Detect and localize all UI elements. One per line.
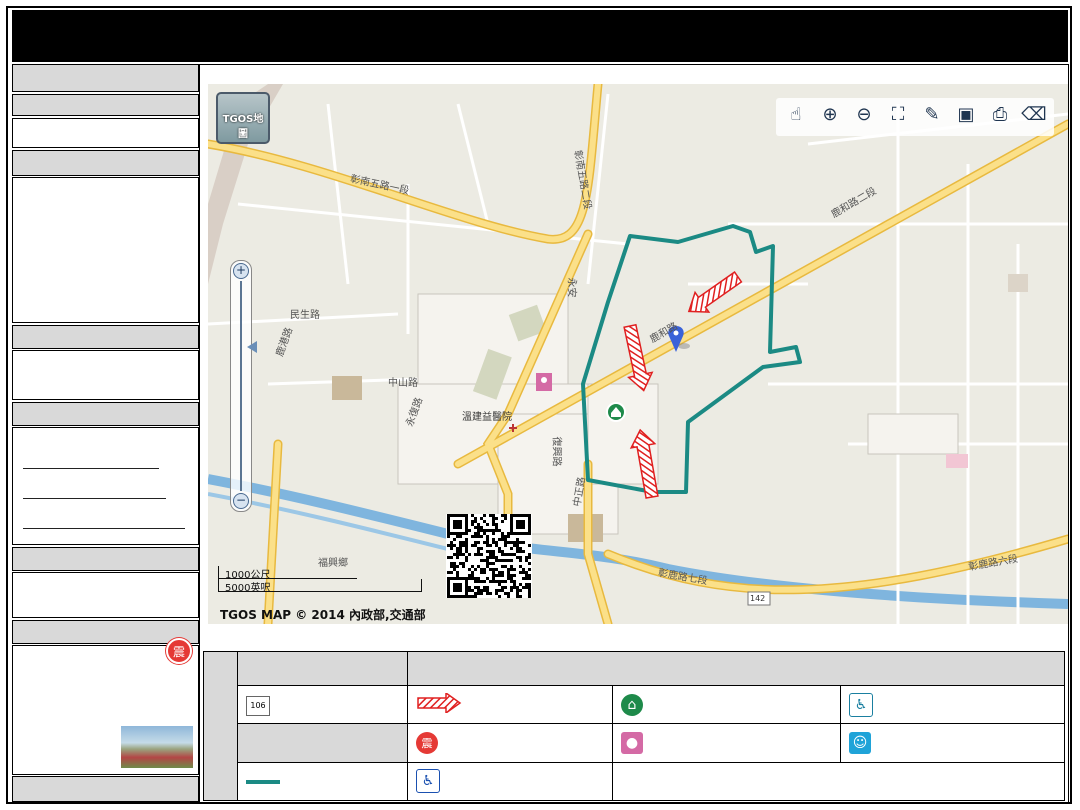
print-icon[interactable]: ⎙ [986, 100, 1014, 128]
boundary-line-icon [246, 780, 280, 785]
qr-code [446, 514, 532, 598]
shelter-icon: ⌂ [621, 693, 643, 716]
wheelchair-icon: ♿ [416, 769, 440, 794]
scale-bar: 1000公尺 5000英呎 [218, 566, 422, 594]
baby-care-icon: ☺ [849, 732, 871, 755]
tgos-badge-label: TGOS地圖 [222, 114, 264, 140]
zoom-thumb[interactable] [247, 341, 257, 353]
route-shield-label: 142 [750, 594, 766, 603]
tgos-map-badge[interactable]: TGOS地圖 [216, 92, 270, 144]
earthquake-icon: 震 [166, 638, 192, 664]
elderly-icon: ♿ [849, 692, 873, 717]
zoom-slider[interactable]: + − [230, 260, 257, 512]
zoom-out-button[interactable]: − [233, 493, 249, 509]
site-photo [121, 726, 193, 768]
link-line-2[interactable] [23, 498, 166, 499]
legend-quake: 震 [407, 723, 613, 763]
shelter-poi-icon [606, 402, 626, 422]
legend-route-number: 106 [237, 685, 408, 725]
legend-elderly: ♿ [840, 685, 1065, 725]
sidebar-field-1 [12, 118, 199, 148]
route-number-icon: 106 [246, 696, 270, 717]
link-line-1[interactable] [23, 468, 159, 469]
sidebar-description [12, 177, 199, 323]
map-copyright: TGOS MAP © 2014 內政部,交通部 [220, 608, 426, 622]
sidebar-field-2 [12, 350, 199, 400]
legend-side-header [203, 651, 238, 801]
legend-accessible: ♿ [407, 761, 613, 802]
scale-metric: 1000公尺 [218, 566, 357, 581]
draw-pen-icon[interactable]: ✎ [918, 100, 946, 128]
legend-nursing: ● [612, 723, 841, 763]
road-label: 永安 [565, 277, 577, 298]
sidebar-header-3 [12, 150, 199, 176]
legend-empty [612, 761, 1065, 802]
earthquake-legend-icon: 震 [416, 732, 438, 755]
full-extent-icon[interactable]: ⛶ [884, 100, 912, 128]
zoom-in-icon[interactable]: ⊕ [816, 100, 844, 128]
sidebar-field-3 [12, 572, 199, 618]
traffic-arrow-icon [417, 691, 462, 715]
comment-icon[interactable]: ▣ [952, 100, 980, 128]
nursing-room-icon: ● [621, 732, 643, 755]
scale-imperial: 5000英呎 [218, 579, 422, 594]
legend-baby: ☺ [840, 723, 1065, 763]
sidebar-links [12, 427, 199, 545]
zoom-out-icon[interactable]: ⊖ [850, 100, 878, 128]
legend-header-2 [407, 650, 1065, 687]
map-toolbar: ☝ ⊕ ⊖ ⛶ ✎ ▣ ⎙ ⌫ [776, 98, 1054, 136]
road-label: 復興路 [550, 436, 562, 467]
legend-arrow [407, 685, 613, 725]
sidebar-header-2 [12, 94, 199, 116]
zoom-track[interactable] [240, 281, 242, 491]
title-bar [12, 10, 1068, 62]
poi-label: 溫建益醫院 [462, 412, 512, 423]
earthquake-icon-label: 震 [172, 644, 185, 659]
map-canvas [208, 84, 1068, 624]
map-view[interactable]: 彰南五路一段 彰南五路二段 彰鹿路七段 彰鹿路六段 鹿和路 鹿和路二段 中山路 … [208, 84, 1068, 624]
legend-shelter: ⌂ [612, 685, 841, 725]
sidebar-header-5 [12, 402, 199, 426]
legend-boundary [237, 761, 408, 802]
legend-table: 106 ⌂ ♿ 震 ● ☺ ♿ [203, 650, 1065, 802]
sidebar-header-8 [12, 776, 199, 802]
zoom-in-button[interactable]: + [233, 263, 249, 279]
nursing-room-poi-icon [536, 373, 552, 391]
sidebar-header-4 [12, 325, 199, 349]
road-label: 民生路 [290, 310, 320, 321]
eraser-icon[interactable]: ⌫ [1020, 100, 1048, 128]
legend-row-label [237, 723, 408, 763]
pink-area [946, 454, 968, 468]
pan-hand-icon[interactable]: ☝ [782, 100, 810, 128]
link-line-3[interactable] [23, 528, 185, 529]
sidebar [12, 64, 199, 803]
sidebar-header-1 [12, 64, 199, 92]
road-label: 中山路 [388, 378, 418, 389]
legend-header-1 [237, 650, 408, 687]
sidebar-header-6 [12, 547, 199, 571]
